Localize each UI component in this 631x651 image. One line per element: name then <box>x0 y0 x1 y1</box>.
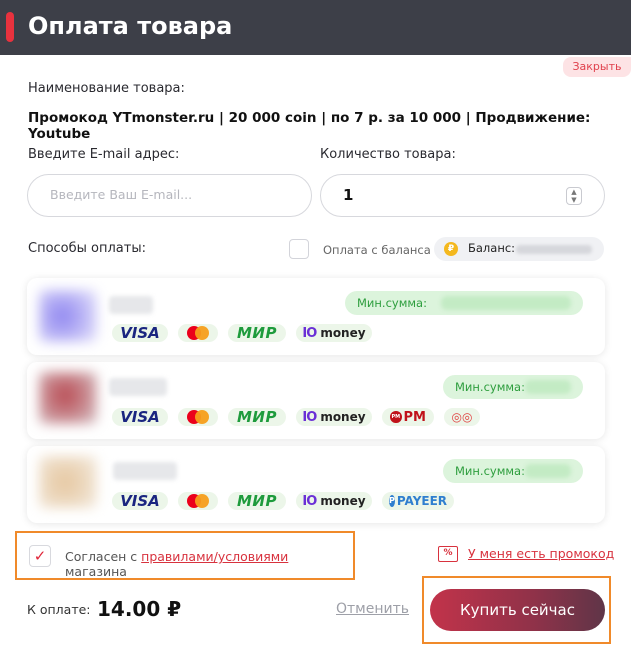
method-logos: VISA МИР IO money P PAYEER <box>112 492 454 510</box>
agreement-highlight: ✓ Согласен с правилами/условиями магазин… <box>15 531 355 580</box>
mastercard-logo <box>178 324 218 342</box>
email-placeholder: Введите Ваш E-mail... <box>50 187 193 202</box>
payment-method-1[interactable]: Мин.сумма: VISA МИР IO money <box>27 278 605 355</box>
min-sum-label: Мин.сумма: <box>455 380 525 394</box>
extra-payment-icon: ◎◎ <box>444 408 480 426</box>
cancel-button[interactable]: Отменить <box>336 601 409 617</box>
balance-option-label: Оплата с баланса <box>323 243 431 257</box>
mir-logo: МИР <box>228 492 286 510</box>
agreement-text: Согласен с правилами/условиями магазина <box>65 549 289 579</box>
min-sum-badge: Мин.сумма: <box>443 375 583 399</box>
email-field[interactable]: Введите Ваш E-mail... <box>27 174 312 217</box>
visa-logo: VISA <box>112 492 168 510</box>
balance-checkbox[interactable] <box>289 239 309 259</box>
payeer-logo: P PAYEER <box>382 492 454 510</box>
promo-code-link[interactable]: У меня есть промокод <box>468 546 614 561</box>
quantity-value: 1 <box>343 186 354 204</box>
product-name: Промокод YTmonster.ru | 20 000 coin | по… <box>28 110 591 142</box>
method-logos: VISA МИР IO money PM PM ◎◎ <box>112 408 480 426</box>
method-image <box>39 290 97 342</box>
buy-now-button[interactable]: Купить сейчас <box>430 589 605 631</box>
yoomoney-logo: IO money <box>296 408 372 426</box>
total-amount: 14.00 ₽ <box>97 597 182 621</box>
visa-logo: VISA <box>112 408 168 426</box>
min-sum-hidden <box>525 464 571 478</box>
method-name-hidden <box>113 462 177 480</box>
min-sum-label: Мин.сумма: <box>455 464 525 478</box>
mastercard-logo <box>178 492 218 510</box>
method-image <box>39 456 97 508</box>
balance-value-hidden <box>516 245 592 254</box>
method-name-hidden <box>109 378 167 396</box>
promo-icon: % <box>438 546 458 562</box>
min-sum-label: Мин.сумма: <box>357 296 427 310</box>
quantity-label: Количество товара: <box>320 147 456 162</box>
email-label: Введите E-mail адрес: <box>28 147 180 162</box>
header-accent-bar <box>6 12 14 42</box>
mastercard-logo <box>178 408 218 426</box>
agree-checkbox[interactable]: ✓ <box>29 545 51 567</box>
min-sum-hidden <box>525 380 571 394</box>
payment-method-3[interactable]: Мин.сумма: VISA МИР IO money P PAYEER <box>27 446 605 523</box>
method-name-hidden <box>109 296 153 314</box>
perfectmoney-logo: PM PM <box>382 408 434 426</box>
total-label: К оплате: <box>27 602 91 617</box>
page-title: Оплата товара <box>28 12 233 40</box>
method-logos: VISA МИР IO money <box>112 324 372 342</box>
modal-header: Оплата товара <box>0 0 631 55</box>
min-sum-hidden <box>441 296 571 310</box>
product-label: Наименование товара: <box>28 81 185 96</box>
quantity-stepper[interactable]: 1 ▲ ▼ <box>320 174 605 217</box>
rules-link[interactable]: правилами/условиями <box>141 549 288 564</box>
payment-methods-label: Способы оплаты: <box>28 241 146 256</box>
balance-badge: ₽ Баланс: <box>434 237 604 261</box>
yoomoney-logo: IO money <box>296 492 372 510</box>
min-sum-badge: Мин.сумма: <box>345 291 583 315</box>
payment-method-2[interactable]: Мин.сумма: VISA МИР IO money PM PM ◎◎ <box>27 362 605 439</box>
balance-label: Баланс: <box>468 241 516 255</box>
close-button[interactable]: Закрыть <box>563 57 631 77</box>
mir-logo: МИР <box>228 408 286 426</box>
coin-icon: ₽ <box>444 242 458 256</box>
mir-logo: МИР <box>228 324 286 342</box>
min-sum-badge: Мин.сумма: <box>443 459 583 483</box>
method-image <box>39 372 97 424</box>
visa-logo: VISA <box>112 324 168 342</box>
yoomoney-logo: IO money <box>296 324 372 342</box>
stepper-arrows-icon[interactable]: ▲ ▼ <box>566 187 582 205</box>
